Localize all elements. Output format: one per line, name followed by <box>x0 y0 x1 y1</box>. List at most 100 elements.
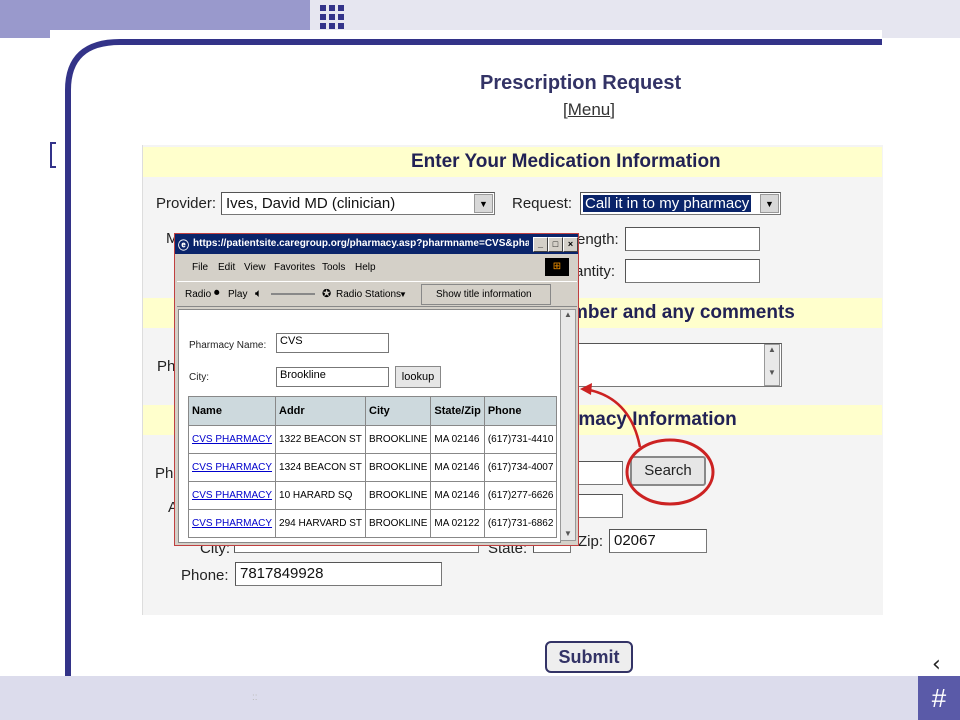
zip-label: Zip: <box>578 533 604 550</box>
footer-mark: :: <box>252 692 258 703</box>
pharmacy-results-table: Name Addr City State/Zip Phone CVS PHARM… <box>187 396 558 538</box>
popup-titlebar[interactable]: ⓔ https://patientsite.caregroup.org/phar… <box>175 234 578 254</box>
play-icon[interactable]: ⏺ <box>214 287 220 300</box>
pharmacy-name-input[interactable]: CVS <box>276 333 389 353</box>
table-cell: BROOKLINE <box>365 481 432 510</box>
menu-link-wrapper: [Menu] <box>563 100 615 119</box>
slide-number: # <box>918 676 960 720</box>
provider-select[interactable]: Ives, David MD (clinician) ▼ <box>221 192 495 215</box>
table-cell: MA 02146 <box>430 481 485 510</box>
table-cell: CVS PHARMACY <box>187 509 277 538</box>
menu-file[interactable]: File <box>192 262 208 273</box>
page-title: Prescription Request <box>480 72 682 94</box>
table-cell: CVS PHARMACY <box>187 481 277 510</box>
menu-edit[interactable]: Edit <box>218 262 235 273</box>
chevron-down-icon[interactable]: ▼ <box>399 290 407 299</box>
comments-textarea[interactable] <box>578 343 782 387</box>
table-cell: (617)277-6626 <box>483 481 558 510</box>
table-cell: 1324 BEACON ST <box>275 453 367 482</box>
quantity-input[interactable] <box>625 259 760 283</box>
comments-label: Ph <box>157 358 176 375</box>
maximize-icon[interactable]: □ <box>548 237 563 252</box>
grid-logo-icon <box>320 5 348 31</box>
page-edge-bracket <box>50 142 56 168</box>
popup-content: Pharmacy Name: CVS City: Brookline looku… <box>178 309 561 543</box>
phone-input[interactable]: 7817849928 <box>235 562 442 586</box>
pharmacy-link[interactable]: CVS PHARMACY <box>192 434 272 445</box>
scroll-down-icon[interactable]: ▼ <box>561 529 575 538</box>
chevron-down-icon: ▼ <box>474 194 493 213</box>
popup-title-text: https://patientsite.caregroup.org/pharma… <box>193 238 529 249</box>
col-name: Name <box>187 396 277 426</box>
col-addr: Addr <box>275 396 367 426</box>
pharmacy-link[interactable]: CVS PHARMACY <box>192 462 272 473</box>
windows-logo-icon: ⊞ <box>545 258 569 276</box>
pharmacy-link[interactable]: CVS PHARMACY <box>192 518 272 529</box>
table-header-row: Name Addr City State/Zip Phone <box>187 396 558 426</box>
minimize-icon[interactable]: _ <box>533 237 548 252</box>
menu-tools[interactable]: Tools <box>322 262 345 273</box>
table-cell: 294 HARVARD ST <box>275 509 367 538</box>
show-title-button[interactable]: Show title information <box>421 284 551 305</box>
col-phone: Phone <box>483 396 558 426</box>
volume-icon[interactable]: 🔈︎ <box>255 286 262 301</box>
col-state-zip: State/Zip <box>430 396 485 426</box>
pharmacy-link[interactable]: CVS PHARMACY <box>192 490 272 501</box>
radio-stations-button[interactable]: Radio Stations <box>336 289 401 300</box>
search-button[interactable]: Search <box>630 456 706 486</box>
strength-input[interactable] <box>625 227 760 251</box>
play-button[interactable]: Play <box>228 289 247 300</box>
table-cell: 1322 BEACON ST <box>275 425 367 454</box>
table-cell: CVS PHARMACY <box>187 425 277 454</box>
close-icon[interactable]: × <box>563 237 578 252</box>
col-city: City <box>365 396 432 426</box>
menu-link[interactable]: Menu <box>568 100 611 119</box>
table-cell: BROOKLINE <box>365 425 432 454</box>
table-cell: MA 02122 <box>430 509 485 538</box>
comments-scrollbar[interactable]: ▲ ▼ <box>764 344 780 386</box>
table-row: CVS PHARMACY 1324 BEACON ST BROOKLINE MA… <box>187 453 558 482</box>
pharmacy-name-input[interactable] <box>578 461 623 485</box>
city-input[interactable]: Brookline <box>276 367 389 387</box>
scroll-down-icon[interactable]: ▼ <box>765 368 779 377</box>
chevron-left-icon[interactable]: ‹ <box>932 652 941 677</box>
ie-icon: ⓔ <box>178 240 189 252</box>
table-row: CVS PHARMACY 1322 BEACON ST BROOKLINE MA… <box>187 425 558 454</box>
request-select[interactable]: Call it in to my pharmacy ▼ <box>580 192 781 215</box>
request-label: Request: <box>512 195 573 212</box>
slide-bottom-band <box>0 676 960 720</box>
table-cell: (617)734-4007 <box>483 453 558 482</box>
menu-view[interactable]: View <box>244 262 266 273</box>
provider-label: Provider: <box>156 195 217 212</box>
popup-media-toolbar: Radio ⏺ Play 🔈︎ ✪ Radio Stations ▼ Show … <box>177 281 577 307</box>
quantity-label: antity: <box>575 263 616 280</box>
chevron-down-icon: ▼ <box>760 194 779 213</box>
submit-button[interactable]: Submit <box>545 641 633 673</box>
table-cell: (617)731-4410 <box>483 425 558 454</box>
scroll-up-icon[interactable]: ▲ <box>765 345 779 354</box>
address-input[interactable] <box>578 494 623 518</box>
strength-label: ength: <box>577 231 619 248</box>
volume-slider[interactable] <box>271 293 315 295</box>
table-cell: (617)731-6862 <box>483 509 558 538</box>
phone-label: Phone: <box>181 567 229 584</box>
menu-favorites[interactable]: Favorites <box>274 262 315 273</box>
table-cell: MA 02146 <box>430 453 485 482</box>
radio-label: Radio <box>185 289 212 300</box>
pharmacy-name-label: Ph <box>155 465 174 482</box>
radio-stations-icon: ✪ <box>322 288 332 300</box>
pharmacy-name-label: Pharmacy Name: <box>189 340 267 351</box>
scroll-up-icon[interactable]: ▲ <box>561 310 575 319</box>
table-cell: MA 02146 <box>430 425 485 454</box>
popup-menubar: File Edit View Favorites Tools Help ⊞ <box>177 256 577 278</box>
popup-scrollbar[interactable]: ▲ ▼ <box>560 309 576 541</box>
section-header-medication: Enter Your Medication Information <box>143 147 882 177</box>
zip-input[interactable]: 02067 <box>609 529 707 553</box>
menu-help[interactable]: Help <box>355 262 376 273</box>
table-row: CVS PHARMACY 294 HARVARD ST BROOKLINE MA… <box>187 509 558 538</box>
pharmacy-lookup-popup: ⓔ https://patientsite.caregroup.org/phar… <box>174 233 579 546</box>
city-label: City: <box>189 372 209 383</box>
lookup-button[interactable]: lookup <box>395 366 441 388</box>
table-cell: BROOKLINE <box>365 509 432 538</box>
table-row: CVS PHARMACY 10 HARARD SQ BROOKLINE MA 0… <box>187 481 558 510</box>
